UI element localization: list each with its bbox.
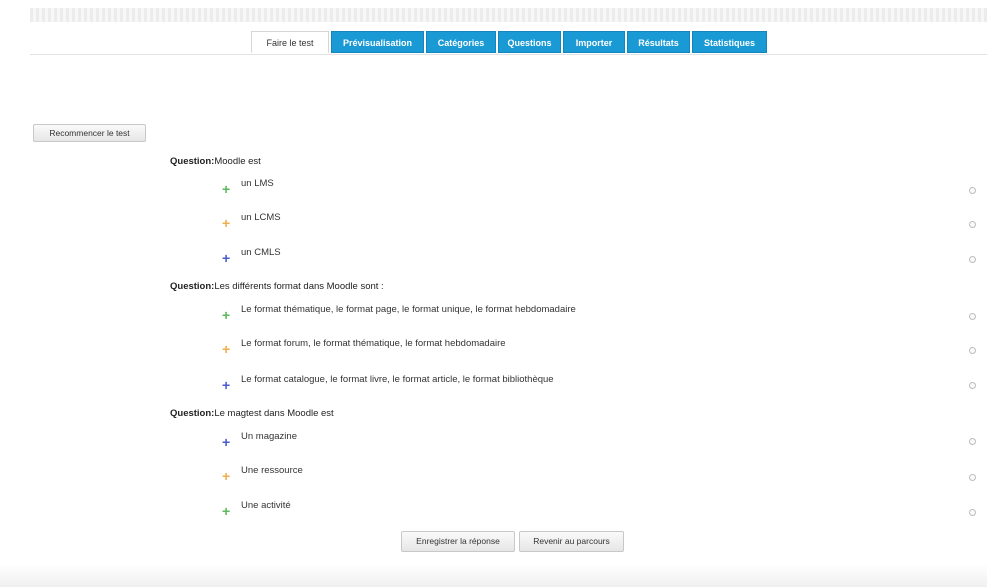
answer-label: Un magazine [241,431,297,442]
answer-label: un LCMS [241,212,281,223]
answer-radio[interactable] [969,256,976,263]
tab-questions[interactable]: Questions [498,31,561,53]
plus-icon: + [222,181,231,197]
answer-radio[interactable] [969,509,976,516]
question-text: Le magtest dans Moodle est [214,408,334,419]
question-text: Les différents format dans Moodle sont : [214,281,384,292]
plus-icon: + [222,341,231,357]
plus-icon: + [222,377,231,393]
question-text: Moodle est [214,156,261,167]
answer-label: Le format catalogue, le format livre, le… [241,374,554,385]
top-band [30,8,987,22]
question-1: Question:Moodle est [170,156,261,167]
answer-label: Une activité [241,500,291,511]
plus-icon: + [222,468,231,484]
question-prefix: Question: [170,408,215,419]
answer-label: Une ressource [241,465,303,476]
plus-icon: + [222,503,231,519]
tab-resultats[interactable]: Résultats [627,31,690,53]
question-prefix: Question: [170,156,215,167]
back-to-course-button[interactable]: Revenir au parcours [519,531,624,552]
tab-previsualisation[interactable]: Prévisualisation [331,31,424,53]
plus-icon: + [222,307,231,323]
plus-icon: + [222,434,231,450]
restart-test-button[interactable]: Recommencer le test [33,124,146,142]
answer-radio[interactable] [969,382,976,389]
bottom-shade [0,564,987,587]
tab-importer[interactable]: Importer [563,31,625,53]
answer-radio[interactable] [969,474,976,481]
answer-label: Le format forum, le format thématique, l… [241,338,506,349]
answer-radio[interactable] [969,187,976,194]
answer-radio[interactable] [969,313,976,320]
tabs-bar: Faire le test Prévisualisation Catégorie… [30,22,987,55]
question-3: Question:Le magtest dans Moodle est [170,408,334,419]
answer-label: Le format thématique, le format page, le… [241,304,576,315]
answer-radio[interactable] [969,347,976,354]
question-2: Question:Les différents format dans Mood… [170,281,384,292]
plus-icon: + [222,250,231,266]
answer-label: un CMLS [241,247,281,258]
answer-radio[interactable] [969,438,976,445]
question-prefix: Question: [170,281,215,292]
plus-icon: + [222,215,231,231]
save-answer-button[interactable]: Enregistrer la réponse [401,531,515,552]
answer-radio[interactable] [969,221,976,228]
answer-label: un LMS [241,178,274,189]
tab-faire-le-test[interactable]: Faire le test [251,31,329,53]
tab-categories[interactable]: Catégories [426,31,496,53]
tab-statistiques[interactable]: Statistiques [692,31,767,53]
